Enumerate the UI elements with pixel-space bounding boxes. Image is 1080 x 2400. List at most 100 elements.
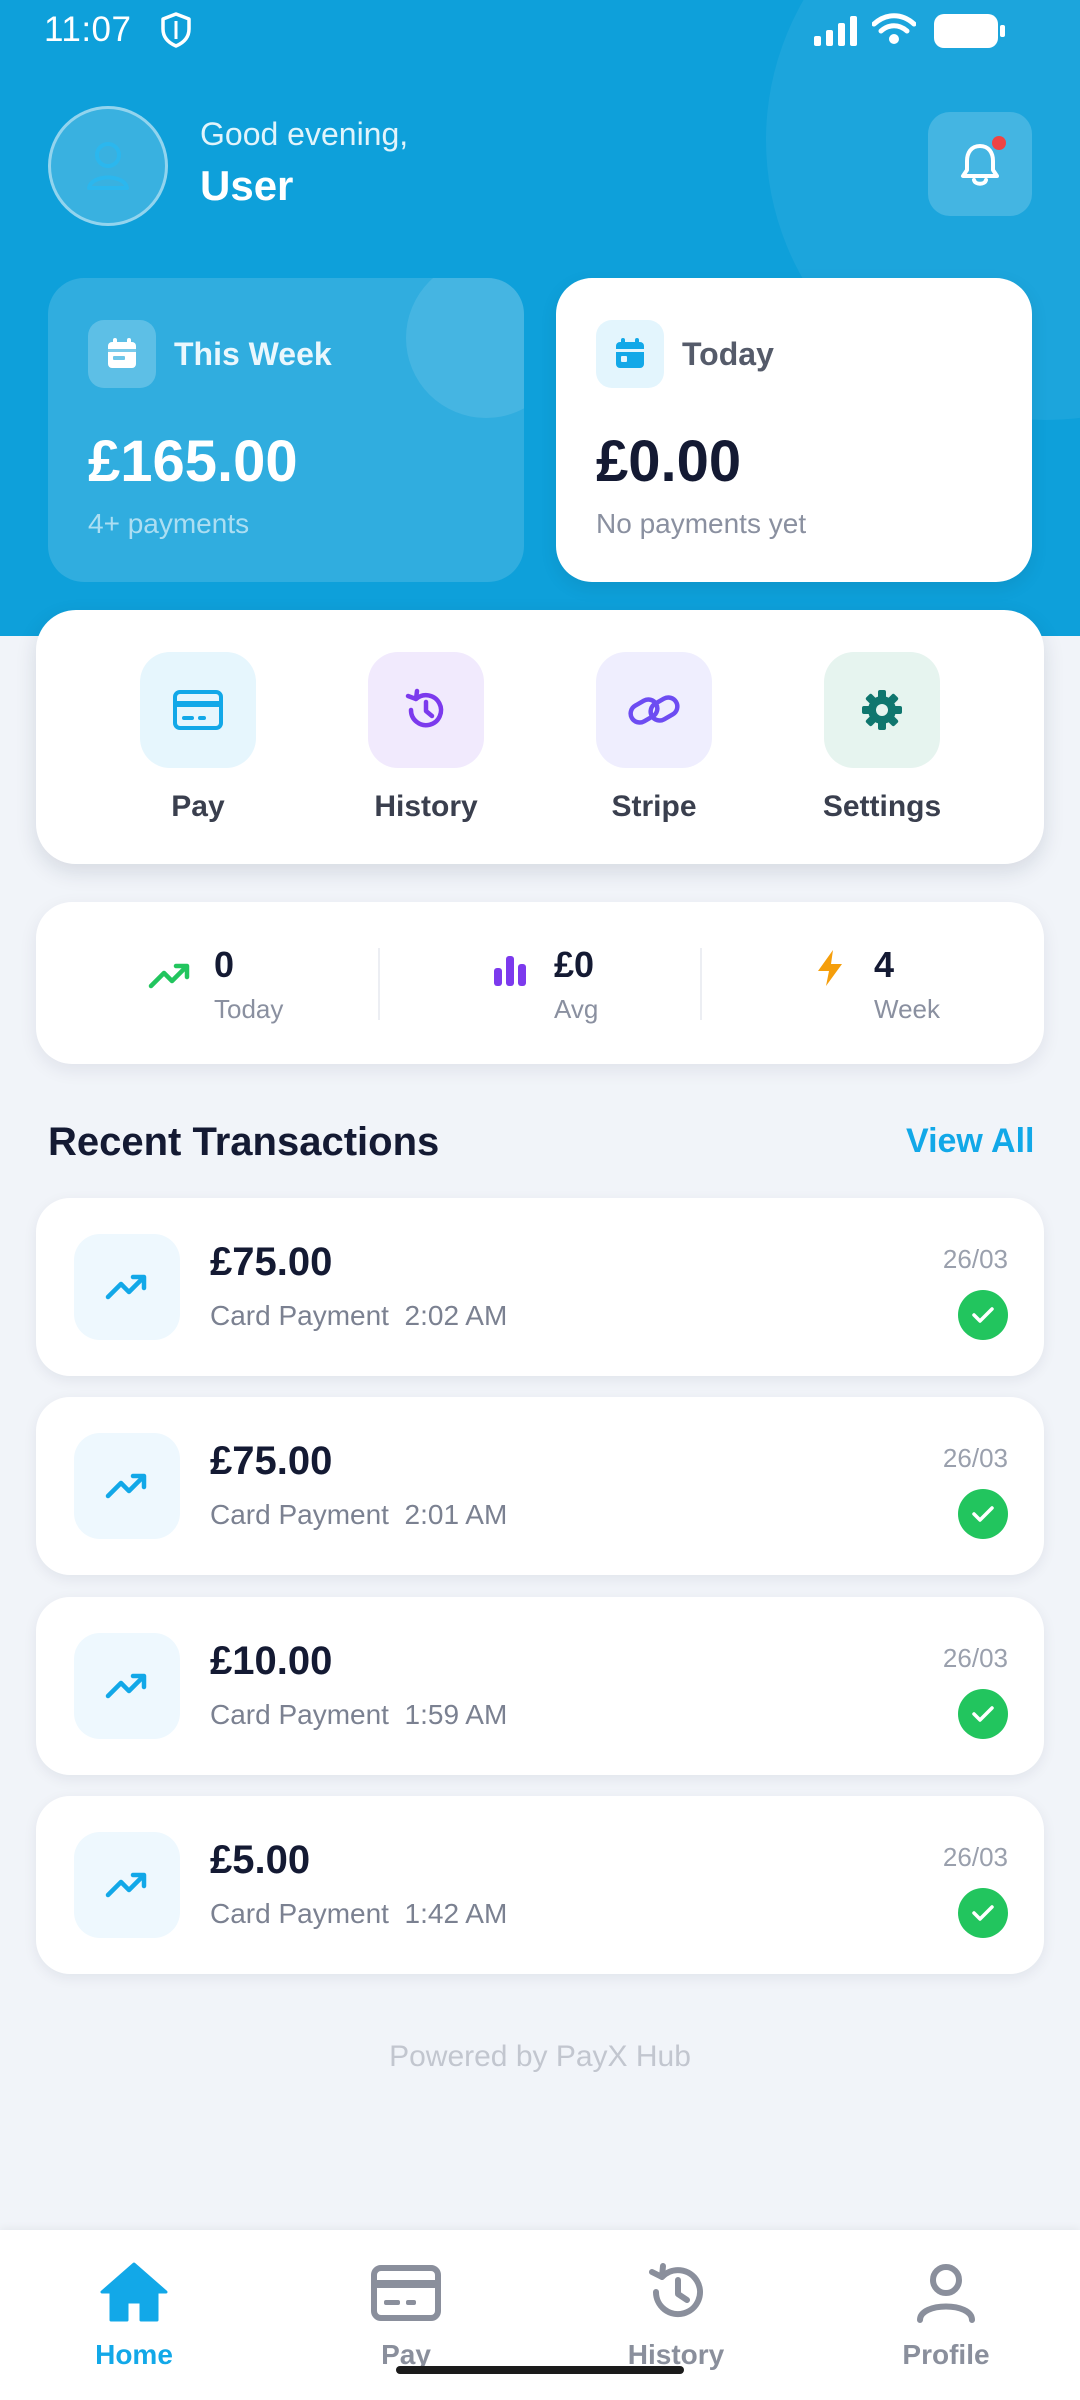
trending-up-icon [105,1673,147,1699]
status-bar: 11:07 [0,0,1080,62]
transaction-description: Card Payment 2:01 AM [210,1499,507,1531]
transaction-date: 26/03 [942,1842,1008,1872]
transaction-icon-box [74,1433,180,1539]
powered-by-text: Powered by PayX Hub [389,2040,691,2073]
bar-chart-icon [494,956,526,986]
nav-home[interactable]: Home [34,2260,234,2371]
transaction-amount: £75.00 [210,1439,333,1483]
transaction-icon-box [74,1234,180,1340]
transaction-date: 26/03 [942,1443,1008,1473]
section-title: Recent Transactions [48,1120,440,1164]
card-icon [371,2265,441,2321]
transaction-time: 2:02 AM [404,1300,508,1331]
action-label: Settings [822,790,942,823]
user-name: User [200,162,294,209]
week-card-amount: £165.00 [88,429,298,494]
signal-icon [814,16,857,46]
profile-icon [917,2264,975,2323]
home-indicator[interactable] [396,2366,684,2374]
nav-profile[interactable]: Profile [846,2260,1046,2371]
action-settings[interactable]: Settings [782,652,982,824]
avatar[interactable] [48,106,168,226]
stat-value: £0 [554,944,595,985]
bottom-nav: Home Pay History Profile [0,2230,1080,2400]
stat-week: 4 Week [808,944,1008,1024]
transaction-time: 1:59 AM [404,1699,508,1730]
greeting-text: Good evening, [200,116,409,152]
nav-label: Profile [902,2339,990,2370]
trending-up-icon [105,1473,147,1499]
transaction-date: 26/03 [942,1244,1008,1274]
user-icon [87,142,129,190]
success-check-icon [958,1489,1008,1539]
header-hero: 11:07 Good evening, User This Week £165.… [0,0,1080,636]
stat-value: 4 [874,944,895,985]
notifications-button[interactable] [928,112,1032,216]
stat-label: Avg [554,994,599,1024]
transaction-item[interactable]: £5.00 Card Payment 1:42 AM 26/03 [36,1796,1044,1974]
divider [378,948,380,1020]
success-check-icon [958,1689,1008,1739]
nav-label: Home [95,2339,173,2370]
transaction-date: 26/03 [942,1643,1008,1673]
transaction-method: Card Payment [210,1300,389,1331]
action-history[interactable]: History [326,652,526,824]
transaction-description: Card Payment 1:42 AM [210,1898,507,1930]
action-label: Stripe [611,790,697,823]
transaction-amount: £5.00 [210,1838,311,1882]
transaction-item[interactable]: £10.00 Card Payment 1:59 AM 26/03 [36,1597,1044,1775]
trending-up-icon [105,1872,147,1898]
nav-pay[interactable]: Pay [306,2260,506,2371]
transaction-amount: £75.00 [210,1240,333,1284]
action-label: Pay [171,790,225,823]
transaction-description: Card Payment 1:59 AM [210,1699,507,1731]
divider [700,948,702,1020]
stats-card: 0 Today £0 Avg 4 Week [36,902,1044,1064]
stat-label: Week [874,994,940,1024]
status-time: 11:07 [44,10,132,49]
week-card-title: This Week [174,336,332,372]
transaction-method: Card Payment [210,1898,389,1929]
transaction-description: Card Payment 2:02 AM [210,1300,507,1332]
transaction-item[interactable]: £75.00 Card Payment 2:01 AM 26/03 [36,1397,1044,1575]
today-card-subtitle: No payments yet [596,508,807,539]
action-pay[interactable]: Pay [98,652,298,824]
stat-label: Today [214,994,284,1024]
calendar-icon-box [88,320,156,388]
nav-history[interactable]: History [576,2260,776,2371]
action-icon-box [140,652,256,768]
action-icon-box [596,652,712,768]
trending-up-icon [148,963,190,989]
stat-avg: £0 Avg [488,944,688,1024]
battery-icon [934,14,1005,48]
today-card-amount: £0.00 [596,429,742,494]
transaction-time: 2:01 AM [404,1499,508,1530]
card-decoration [406,278,524,418]
transaction-method: Card Payment [210,1499,389,1530]
transaction-method: Card Payment [210,1699,389,1730]
success-check-icon [958,1290,1008,1340]
trending-up-icon [105,1274,147,1300]
today-summary-card[interactable]: Today £0.00 No payments yet [556,278,1032,582]
view-all-link[interactable]: View All [906,1122,1035,1161]
action-stripe[interactable]: Stripe [554,652,754,824]
notification-dot [992,136,1006,150]
stat-value: 0 [214,944,235,985]
today-card-title: Today [682,336,774,372]
wifi-icon [872,13,916,44]
transaction-icon-box [74,1633,180,1739]
week-summary-card[interactable]: This Week £165.00 4+ payments [48,278,524,582]
card-icon [173,690,223,730]
transaction-icon-box [74,1832,180,1938]
lightning-icon [818,950,842,986]
transaction-time: 1:42 AM [404,1898,508,1929]
transaction-item[interactable]: £75.00 Card Payment 2:02 AM 26/03 [36,1198,1044,1376]
history-icon [405,688,444,728]
calendar-icon-box [596,320,664,388]
calendar-icon [616,338,644,368]
action-icon-box [368,652,484,768]
action-icon-box [824,652,940,768]
transaction-amount: £10.00 [210,1639,333,1683]
calendar-icon [108,338,136,368]
home-icon [100,2262,168,2322]
